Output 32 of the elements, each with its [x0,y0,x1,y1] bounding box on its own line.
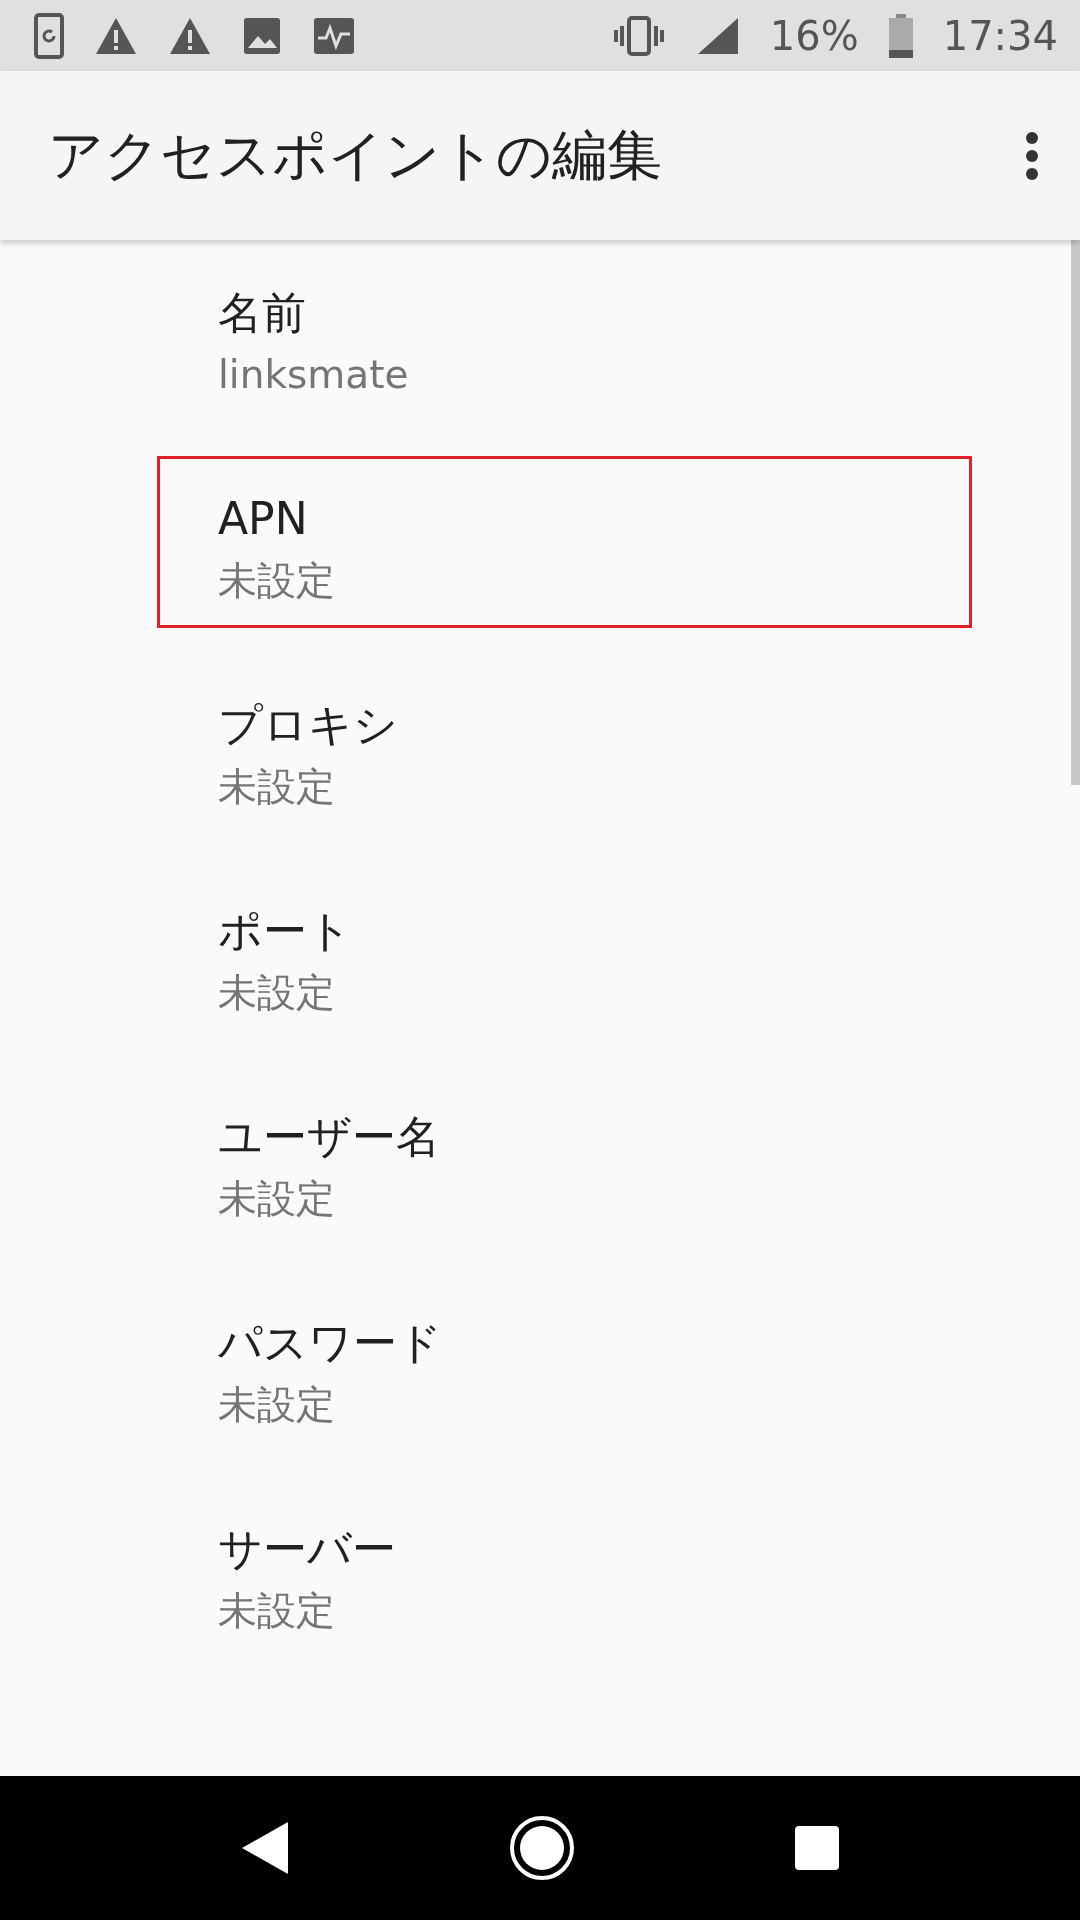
setting-item[interactable]: ユーザー名 未設定 [157,1074,972,1246]
activity-icon [312,15,356,56]
setting-label: パスワード [218,1316,443,1370]
setting-item[interactable]: プロキシ 未設定 [157,662,972,834]
setting-value: 未設定 [218,1381,336,1429]
setting-label: 名前 [218,286,307,340]
phone-sync-icon [34,12,64,59]
setting-label: APN [218,492,309,546]
setting-value: 未設定 [218,1587,336,1635]
home-icon[interactable] [509,1815,575,1881]
vibrate-icon [611,15,666,56]
setting-item[interactable]: APN 未設定 [157,456,972,628]
recents-icon[interactable] [794,1825,841,1871]
setting-item[interactable]: ポート 未設定 [157,868,972,1040]
setting-value: 未設定 [218,557,336,605]
setting-label: プロキシ [218,698,399,752]
setting-label: ポート [218,904,353,958]
battery-percent: 16% [769,12,859,59]
screen-title: アクセスポイントの編集 [48,121,663,189]
image-icon [242,15,282,56]
setting-value: 未設定 [218,969,336,1017]
setting-item[interactable]: パスワード 未設定 [157,1280,972,1452]
battery-icon [888,13,913,58]
setting-item[interactable]: サーバー 未設定 [157,1486,972,1658]
setting-value: 未設定 [218,763,336,811]
setting-label: ユーザー名 [218,1110,441,1164]
more-options-icon[interactable] [1024,130,1040,181]
setting-value: linksmate [218,351,410,399]
setting-label: サーバー [218,1522,397,1576]
setting-value: 未設定 [218,1175,336,1223]
clock-time: 17:34 [942,12,1058,59]
setting-item[interactable]: 名前 linksmate [157,250,972,422]
